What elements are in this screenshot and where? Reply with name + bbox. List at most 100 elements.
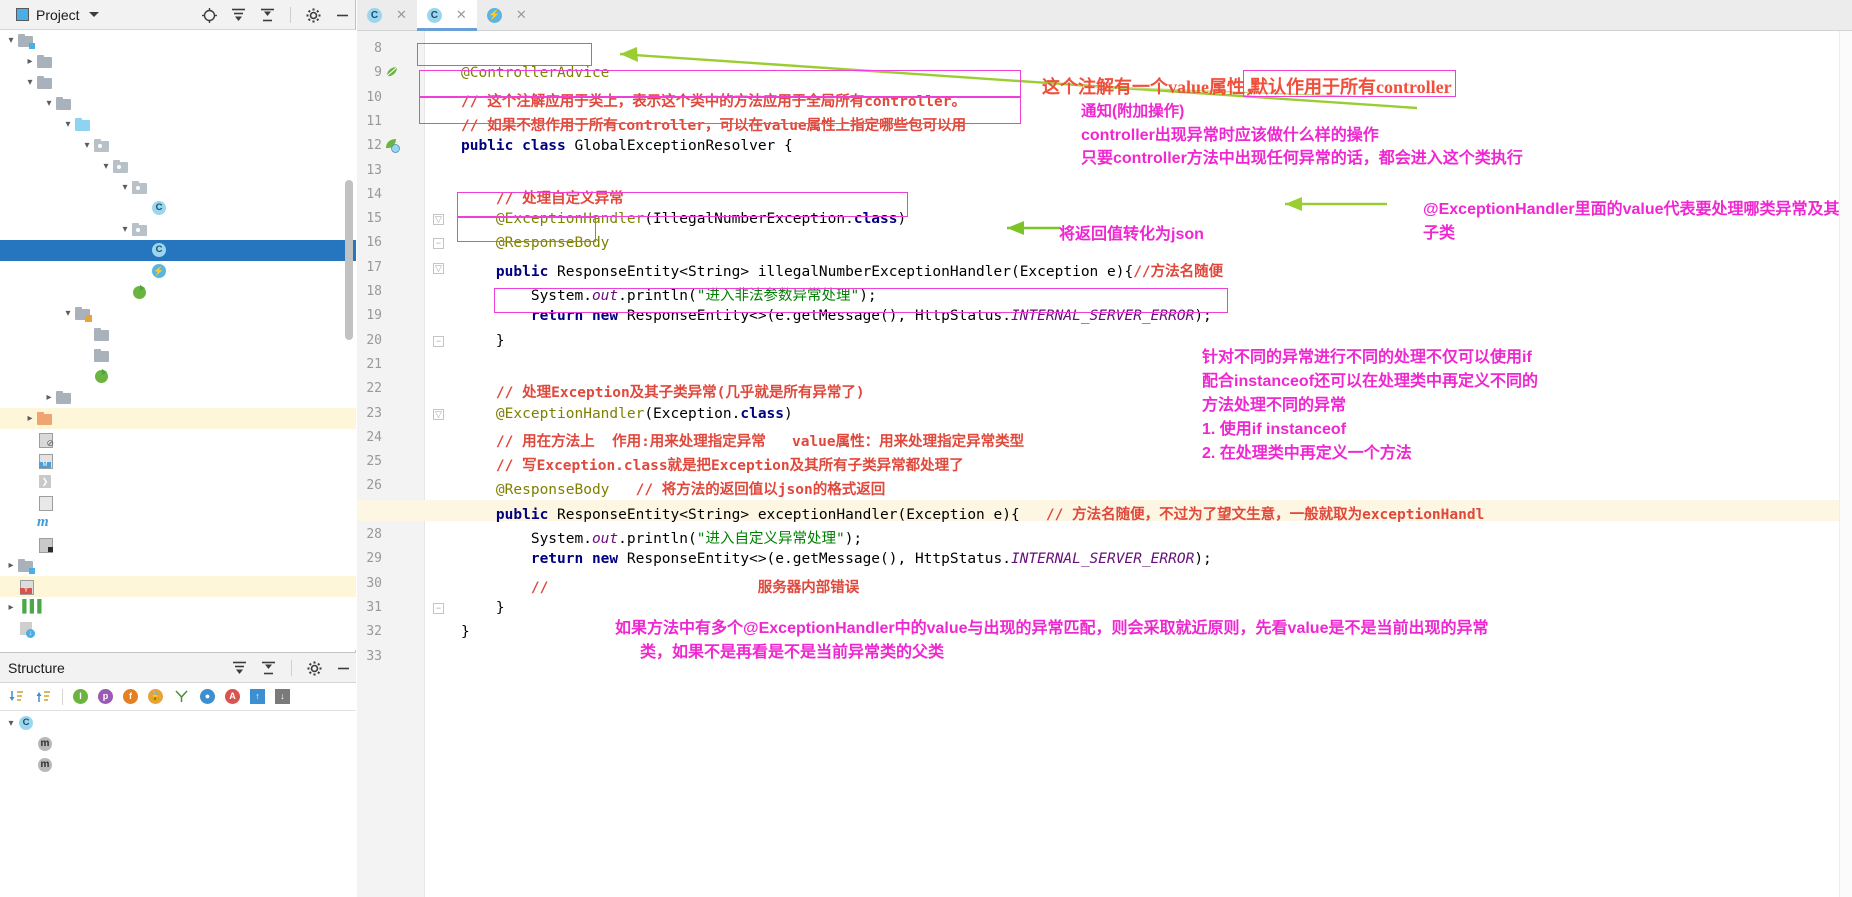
line-number: 16	[366, 235, 382, 251]
group-methods-icon[interactable]	[173, 688, 190, 705]
close-icon[interactable]: ✕	[396, 7, 407, 23]
project-tree-item[interactable]: ▸	[0, 555, 356, 576]
markdown-file-icon	[37, 453, 53, 469]
code-editor[interactable]: 891011121314151617@18192021222324252627@…	[357, 31, 1852, 897]
chevron-down-icon[interactable]: ▾	[23, 77, 37, 88]
chevron-down-icon[interactable]: ▾	[80, 140, 94, 151]
show-anonymous-icon[interactable]: ●	[200, 689, 215, 704]
project-tree-item[interactable]: ▸	[0, 597, 356, 618]
sort-visibility-icon[interactable]	[35, 688, 52, 705]
tree-spacer: ▸	[137, 246, 151, 256]
project-tree-item[interactable]: ▸	[0, 282, 356, 303]
tree-spacer: ▸	[23, 740, 37, 750]
project-tree-item[interactable]: ▸	[0, 198, 356, 219]
expand-all-icon[interactable]	[231, 660, 248, 677]
close-icon[interactable]: ✕	[456, 7, 467, 23]
project-tree-item[interactable]: ▸	[0, 408, 356, 429]
toolbar-divider	[290, 7, 291, 23]
editor-tab[interactable]: ✕	[416, 0, 477, 31]
locate-icon[interactable]	[201, 7, 218, 24]
chevron-down-icon[interactable]: ▾	[4, 35, 18, 46]
project-tree-item[interactable]: ▸	[0, 324, 356, 345]
project-tree-item[interactable]: ▸	[0, 345, 356, 366]
editor-fold-gutter[interactable]: ▽−▽−▽▽−	[425, 31, 461, 897]
chevron-down-icon[interactable]: ▾	[42, 98, 56, 109]
project-panel-title-group[interactable]: Project	[6, 7, 99, 23]
box-exception-handler-15	[457, 192, 908, 217]
box-return-19	[494, 288, 1228, 313]
fold-collapse-icon[interactable]: −	[433, 602, 444, 614]
sort-alpha-icon[interactable]	[8, 688, 25, 705]
project-tree-item[interactable]: ▸	[0, 51, 356, 72]
spring-boot-icon	[132, 284, 148, 300]
structure-tree-item[interactable]: ▸	[0, 755, 356, 776]
fold-expand-icon[interactable]: ▽	[433, 262, 444, 274]
editor-scroll-rail[interactable]	[1839, 31, 1852, 897]
show-alphabetically-icon[interactable]: A	[225, 689, 240, 704]
project-tree-scrollbar[interactable]	[345, 180, 353, 340]
chevron-down-icon[interactable]: ▾	[118, 224, 132, 235]
chevron-down-icon[interactable]: ▾	[61, 119, 75, 130]
project-tree-item[interactable]: ▸	[0, 240, 356, 261]
structure-tree-item[interactable]: ▾	[0, 713, 356, 734]
project-tree-item[interactable]: ▾	[0, 93, 356, 114]
editor-gutter[interactable]: 891011121314151617@18192021222324252627@…	[357, 31, 440, 897]
gear-icon[interactable]	[305, 7, 322, 24]
folder-module-icon	[18, 558, 35, 574]
structure-tree[interactable]: ▾ ▸ ▸	[0, 711, 356, 776]
chevron-right-icon[interactable]: ▸	[23, 56, 37, 67]
fold-collapse-icon[interactable]: −	[433, 238, 444, 250]
chevron-down-icon[interactable]: ▾	[99, 161, 113, 172]
chevron-down-icon[interactable]	[88, 12, 99, 17]
expand-all-icon[interactable]	[230, 7, 247, 24]
structure-tree-item[interactable]: ▸	[0, 734, 356, 755]
close-icon[interactable]: ✕	[516, 7, 527, 23]
project-tree-item[interactable]: ▾	[0, 156, 356, 177]
spring-bean-class-icon[interactable]	[384, 137, 400, 156]
project-tree-item[interactable]: ▸	[0, 450, 356, 471]
chevron-right-icon[interactable]: ▸	[4, 602, 18, 613]
project-tree-item[interactable]: ▾	[0, 114, 356, 135]
project-tree-item[interactable]: ▾	[0, 30, 356, 51]
autoscroll-from-source-icon[interactable]: ↓	[275, 689, 290, 704]
project-tree-item[interactable]: ▸	[0, 429, 356, 450]
minimize-icon[interactable]	[334, 7, 351, 24]
editor-tab[interactable]: ✕	[357, 0, 417, 30]
chevron-down-icon[interactable]: ▾	[61, 308, 75, 319]
project-tree-item[interactable]: ▸	[0, 576, 356, 597]
project-tree-item[interactable]: ▾	[0, 303, 356, 324]
autoscroll-to-source-icon[interactable]: ↑	[250, 689, 265, 704]
show-fields-icon[interactable]: f	[123, 689, 138, 704]
fold-expand-icon[interactable]: ▽	[433, 214, 444, 226]
project-tree[interactable]: ▾ ▸ ▾ ▾ ▾ ▾ ▾ ▾ ▸ ▾ ▸ ▸ ▸ ▾ ▸ ▸ ▸ ▸ ▸ ▸ ▸ ▸ ▸ ▸ ▸ ▸ ▸ ▸ ▸	[0, 30, 356, 650]
show-properties-icon[interactable]: p	[98, 689, 113, 704]
minimize-icon[interactable]	[335, 660, 352, 677]
editor-tab[interactable]: ✕	[477, 0, 537, 30]
collapse-all-icon[interactable]	[260, 660, 277, 677]
chevron-right-icon[interactable]: ▸	[42, 392, 56, 403]
gear-icon[interactable]	[306, 660, 323, 677]
project-tree-item[interactable]: ▾	[0, 219, 356, 240]
spring-bean-leaf-icon[interactable]	[384, 64, 400, 83]
chevron-right-icon[interactable]: ▸	[4, 560, 18, 571]
show-inherited-icon[interactable]: I	[73, 689, 88, 704]
project-tree-item[interactable]: ▾	[0, 72, 356, 93]
project-tree-item[interactable]: ▸	[0, 387, 356, 408]
project-tree-item[interactable]: ▾	[0, 135, 356, 156]
chevron-down-icon[interactable]: ▾	[4, 718, 18, 729]
show-non-public-icon[interactable]: 🔒	[148, 689, 163, 704]
fold-expand-icon[interactable]: ▽	[433, 408, 444, 420]
collapse-all-icon[interactable]	[259, 7, 276, 24]
project-tree-item[interactable]: ▾	[0, 177, 356, 198]
project-tree-item[interactable]: ▸	[0, 366, 356, 387]
project-tree-item[interactable]: ▸	[0, 471, 356, 492]
project-tree-item[interactable]: ▸	[0, 492, 356, 513]
chevron-right-icon[interactable]: ▸	[23, 413, 37, 424]
fold-collapse-icon[interactable]: −	[433, 335, 444, 347]
project-tree-item[interactable]: ▸	[0, 534, 356, 555]
project-tree-item[interactable]: ▸	[0, 618, 356, 639]
project-tree-item[interactable]: ▸	[0, 513, 356, 534]
project-tree-item[interactable]: ▸	[0, 261, 356, 282]
chevron-down-icon[interactable]: ▾	[118, 182, 132, 193]
line-number: 23	[366, 405, 382, 421]
